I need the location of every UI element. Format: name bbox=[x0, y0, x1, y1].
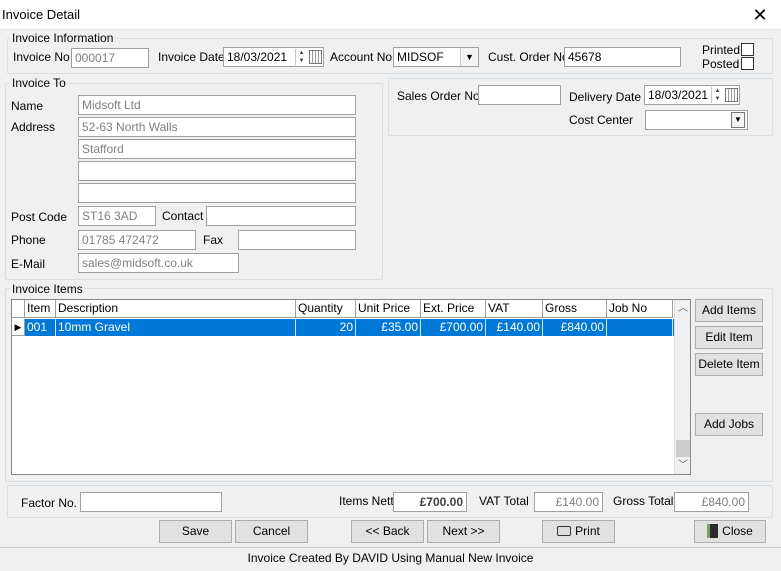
address-label: Address bbox=[11, 120, 56, 134]
scroll-thumb[interactable] bbox=[676, 440, 690, 457]
contact-field[interactable] bbox=[206, 206, 356, 226]
sales-order-field[interactable] bbox=[478, 85, 561, 105]
invoice-information-legend: Invoice Information bbox=[10, 31, 116, 45]
column-header-job-no[interactable]: Job No bbox=[607, 300, 673, 318]
posted-label: Posted bbox=[702, 57, 740, 71]
email-field[interactable]: sales@midsoft.co.uk bbox=[78, 253, 239, 273]
grid-corner bbox=[12, 300, 25, 318]
column-header-description[interactable]: Description bbox=[56, 300, 296, 318]
email-label: E-Mail bbox=[11, 257, 46, 271]
column-header-quantity[interactable]: Quantity bbox=[296, 300, 356, 318]
cust-order-label: Cust. Order No. bbox=[488, 50, 573, 64]
vat-total-field: £140.00 bbox=[534, 492, 603, 512]
phone-field[interactable]: 01785 472472 bbox=[78, 230, 196, 250]
window-title: Invoice Detail bbox=[2, 7, 81, 22]
column-header-item[interactable]: Item bbox=[25, 300, 56, 318]
invoice-date-field[interactable]: 18/03/2021 ▲ ▼ bbox=[223, 47, 324, 67]
account-no-value: MIDSOF bbox=[397, 50, 444, 64]
gross-total-field: £840.00 bbox=[674, 492, 749, 512]
column-header-unit-price[interactable]: Unit Price bbox=[356, 300, 421, 318]
items-nett-label: Items Nett bbox=[339, 494, 394, 508]
printed-label: Printed bbox=[702, 43, 741, 57]
account-no-select[interactable]: MIDSOF ▼ bbox=[393, 47, 479, 67]
cancel-button[interactable]: Cancel bbox=[235, 520, 308, 543]
invoice-no-field[interactable]: 000017 bbox=[71, 48, 149, 68]
contact-label: Contact bbox=[162, 209, 204, 223]
column-header-ext-price[interactable]: Ext. Price bbox=[421, 300, 486, 318]
cell-ext-price: £700.00 bbox=[421, 319, 486, 336]
delete-item-button[interactable]: Delete Item bbox=[695, 353, 763, 376]
print-label: Print bbox=[575, 524, 600, 538]
cell-vat: £140.00 bbox=[486, 319, 543, 336]
vat-total-label: VAT Total bbox=[479, 494, 529, 508]
column-header-gross[interactable]: Gross bbox=[543, 300, 607, 318]
edit-item-button[interactable]: Edit Item bbox=[695, 326, 763, 349]
add-jobs-button[interactable]: Add Jobs bbox=[695, 413, 763, 436]
factor-no-label: Factor No. bbox=[21, 496, 78, 510]
invoice-date-spinner-icon[interactable]: ▲ ▼ bbox=[295, 49, 307, 65]
row-pointer-icon: ▶ bbox=[12, 319, 25, 336]
invoice-no-label: Invoice No bbox=[13, 50, 70, 64]
address-line-3[interactable] bbox=[78, 161, 356, 181]
delivery-date-field[interactable]: 18/03/2021 ▲ ▼ bbox=[644, 85, 740, 105]
delivery-date-calendar-icon[interactable] bbox=[725, 88, 738, 102]
print-button[interactable]: Print bbox=[542, 520, 615, 543]
cell-gross: £840.00 bbox=[543, 319, 607, 336]
account-no-label: Account No. bbox=[330, 50, 396, 64]
sales-order-label: Sales Order No. bbox=[397, 89, 484, 103]
cust-order-field[interactable]: 45678 bbox=[564, 47, 681, 67]
scroll-up-icon[interactable]: ︿ bbox=[675, 300, 690, 317]
invoice-to-legend: Invoice To bbox=[10, 76, 68, 90]
cell-description: 10mm Gravel bbox=[56, 319, 296, 336]
delivery-date-value: 18/03/2021 bbox=[648, 88, 709, 102]
invoice-date-label: Invoice Date bbox=[158, 50, 225, 64]
address-line-4[interactable] bbox=[78, 183, 356, 203]
title-bar bbox=[0, 0, 781, 30]
delivery-date-spinner-icon[interactable]: ▲ ▼ bbox=[711, 87, 723, 103]
address-line-2[interactable]: Stafford bbox=[78, 139, 356, 159]
save-button[interactable]: Save bbox=[159, 520, 232, 543]
add-items-button[interactable]: Add Items bbox=[695, 299, 763, 322]
cell-quantity: 20 bbox=[296, 319, 356, 336]
invoice-date-value: 18/03/2021 bbox=[227, 50, 288, 64]
close-window-icon[interactable]: ✕ bbox=[748, 3, 772, 27]
chevron-down-icon[interactable]: ▼ bbox=[731, 112, 745, 128]
printer-icon bbox=[557, 525, 572, 536]
name-label: Name bbox=[11, 99, 44, 113]
back-button[interactable]: << Back bbox=[351, 520, 424, 543]
invoice-items-legend: Invoice Items bbox=[10, 282, 85, 296]
status-text: Invoice Created By DAVID Using Manual Ne… bbox=[247, 551, 534, 565]
items-grid[interactable]: Item Description Quantity Unit Price Ext… bbox=[11, 299, 691, 475]
scroll-down-icon[interactable]: ﹀ bbox=[675, 457, 690, 474]
phone-label: Phone bbox=[11, 233, 46, 247]
cost-center-select[interactable]: ▼ bbox=[645, 110, 748, 130]
cost-center-label: Cost Center bbox=[569, 113, 634, 127]
items-nett-field: £700.00 bbox=[393, 492, 467, 512]
close-button[interactable]: Close bbox=[694, 520, 766, 543]
cell-item: 001 bbox=[25, 319, 56, 336]
factor-no-field[interactable] bbox=[80, 492, 222, 512]
gross-total-label: Gross Total bbox=[613, 494, 674, 508]
fax-label: Fax bbox=[203, 233, 224, 247]
close-label: Close bbox=[722, 524, 753, 538]
chevron-down-icon[interactable]: ▼ bbox=[460, 48, 478, 66]
door-exit-icon bbox=[707, 523, 719, 538]
printed-checkbox[interactable] bbox=[741, 43, 754, 56]
posted-checkbox[interactable] bbox=[741, 57, 754, 70]
grid-scrollbar[interactable]: ︿ ﹀ bbox=[674, 300, 690, 474]
delivery-date-label: Delivery Date bbox=[569, 90, 642, 104]
address-line-1[interactable]: 52-63 North Walls bbox=[78, 117, 356, 137]
next-button[interactable]: Next >> bbox=[427, 520, 500, 543]
cell-job-no bbox=[607, 319, 673, 336]
name-field[interactable]: Midsoft Ltd bbox=[78, 95, 356, 115]
cell-unit-price: £35.00 bbox=[356, 319, 421, 336]
fax-field[interactable] bbox=[238, 230, 356, 250]
postcode-field[interactable]: ST16 3AD bbox=[78, 206, 156, 226]
invoice-date-calendar-icon[interactable] bbox=[309, 50, 322, 64]
column-header-vat[interactable]: VAT bbox=[486, 300, 543, 318]
postcode-label: Post Code bbox=[11, 210, 68, 224]
status-bar: Invoice Created By DAVID Using Manual Ne… bbox=[0, 547, 781, 571]
